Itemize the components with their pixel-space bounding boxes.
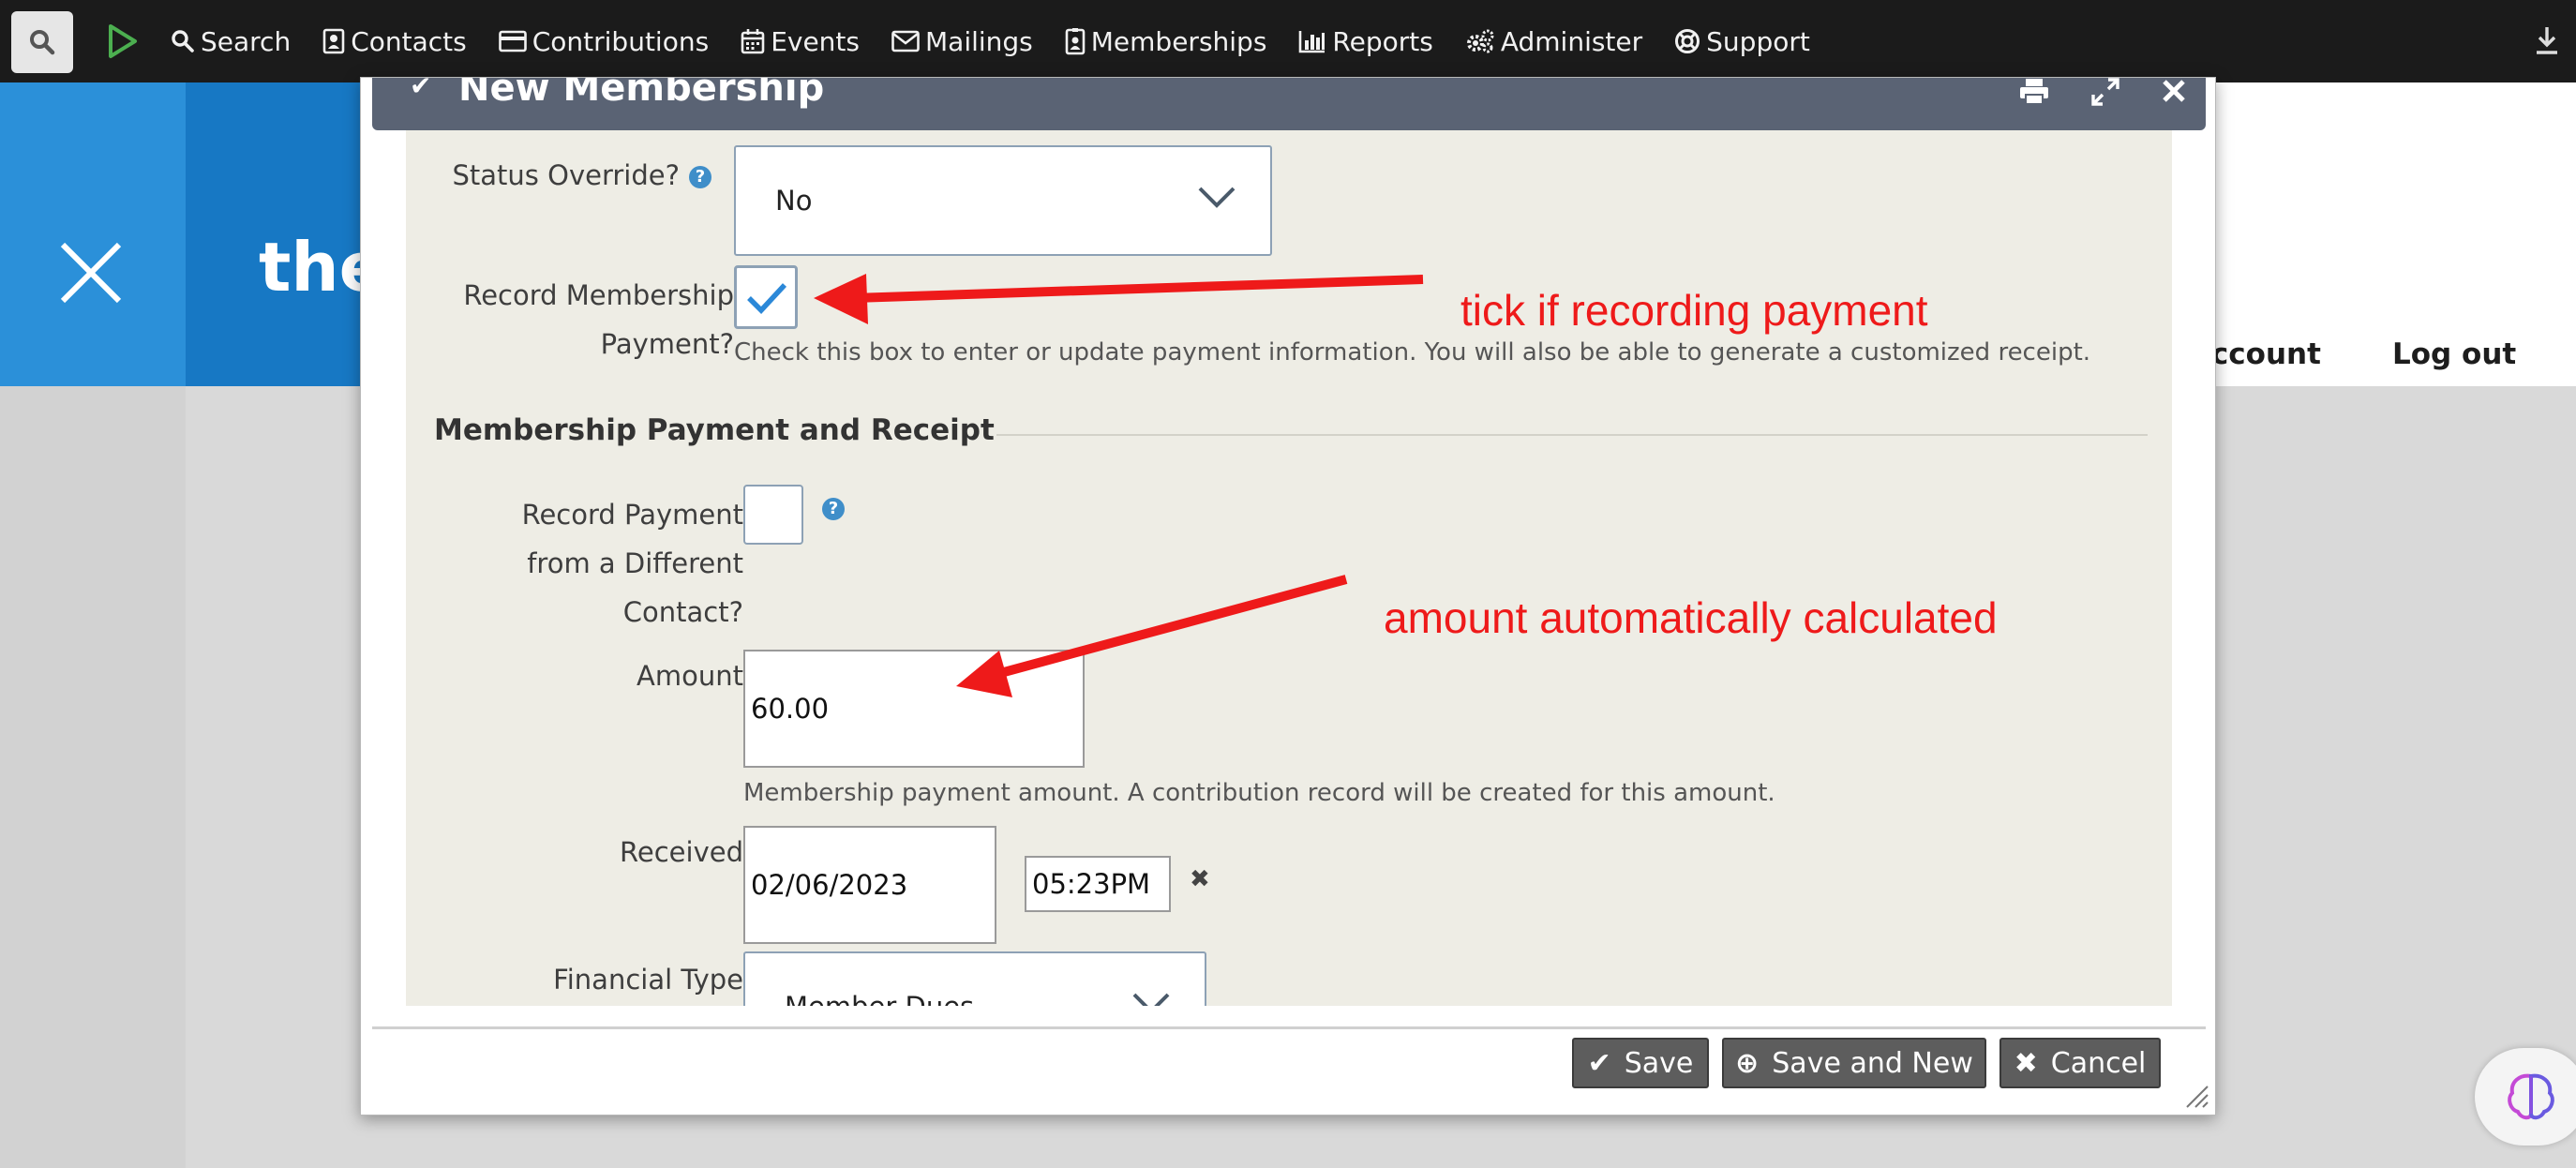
annotation-note-payment: tick if recording payment	[1460, 286, 1928, 335]
arrow-to-amount	[956, 575, 1348, 697]
arrow-to-checkbox	[814, 274, 1424, 324]
annotation-note-amount: amount automatically calculated	[1384, 593, 1998, 642]
annotation-arrows	[814, 274, 1424, 697]
